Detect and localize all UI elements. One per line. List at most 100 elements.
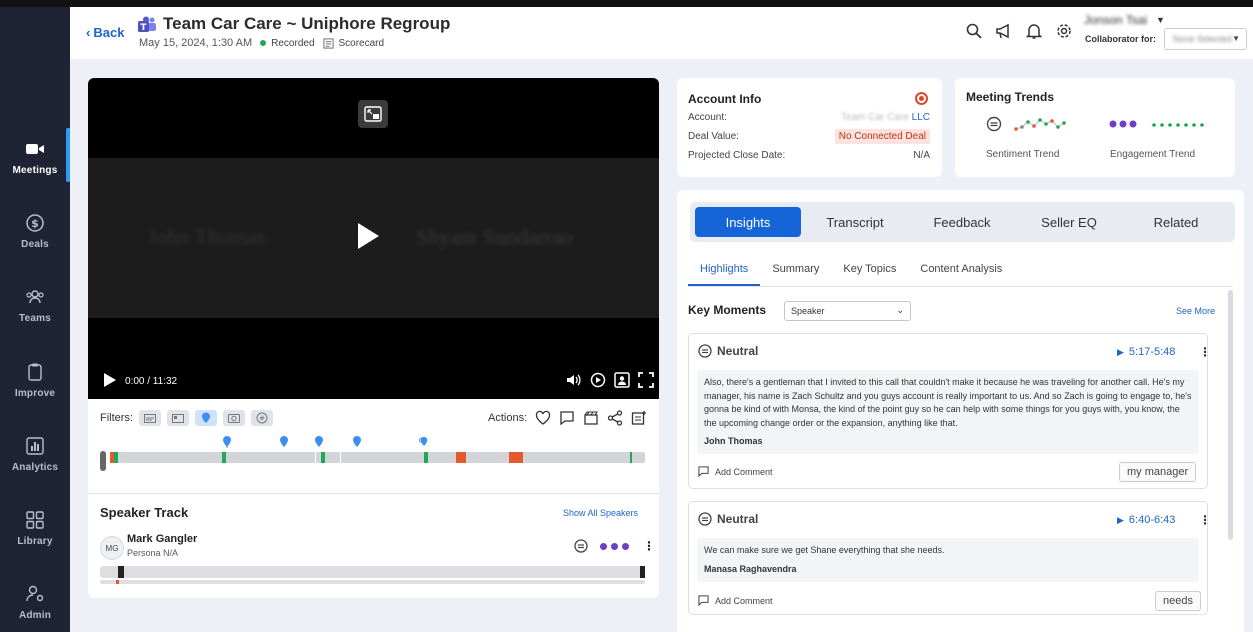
bell-icon[interactable] — [1025, 22, 1043, 40]
location-pin-icon — [202, 412, 210, 423]
sidebar-item-improve[interactable]: Improve — [0, 347, 70, 413]
caret-down-icon: ▼ — [1156, 15, 1165, 25]
sidebar-item-admin[interactable]: Admin — [0, 569, 70, 632]
user-gear-icon — [24, 583, 46, 605]
fullscreen-icon[interactable] — [638, 372, 654, 388]
sidebar-item-library[interactable]: Library — [0, 495, 70, 561]
speaker-persona: Persona N/A — [127, 548, 179, 558]
neutral-sentiment-icon — [698, 344, 712, 358]
moment-pin-icon[interactable] — [222, 435, 232, 448]
moment-tag[interactable]: my manager — [1119, 462, 1197, 482]
filter-sentiment-button[interactable] — [223, 410, 245, 426]
kebab-menu-icon[interactable]: ⋮ — [643, 539, 655, 553]
comment-icon[interactable] — [559, 410, 575, 426]
close-date-label: Projected Close Date: — [688, 150, 786, 161]
recorded-label: Recorded — [271, 37, 315, 49]
sidebar-item-label: Meetings — [12, 165, 58, 176]
sentiment-label: Neutral — [717, 344, 759, 358]
subtab-summary[interactable]: Summary — [760, 258, 831, 286]
account-logo-icon — [915, 92, 928, 105]
sidebar-item-label: Improve — [14, 388, 56, 399]
play-icon[interactable] — [103, 372, 117, 388]
add-comment-label: Add Comment — [715, 466, 773, 477]
filter-slides-button[interactable] — [167, 410, 189, 426]
collaborator-select[interactable]: None Selected ▼ — [1164, 28, 1247, 50]
add-comment-button[interactable]: Add Comment — [698, 595, 773, 606]
deal-value-badge: No Connected Deal — [834, 129, 930, 144]
moment-tag[interactable]: needs — [1155, 591, 1201, 611]
see-more-link[interactable]: See More — [1176, 306, 1215, 316]
kebab-menu-icon[interactable]: ⋮ — [1199, 513, 1211, 527]
slides-icon — [172, 413, 184, 423]
speaker-track-bar[interactable] — [100, 566, 645, 578]
video-camera-icon — [24, 138, 46, 160]
video-speaker-right: Shyam Sundarrao — [416, 224, 574, 249]
search-icon[interactable] — [965, 22, 983, 40]
speaker-track-title: Speaker Track — [100, 505, 189, 520]
tab-feedback[interactable]: Feedback — [909, 207, 1015, 237]
moment-pin-icon[interactable] — [352, 435, 362, 448]
moment-text: Also, there's a gentleman that I invited… — [704, 377, 1192, 428]
sidebar-item-analytics[interactable]: Analytics — [0, 421, 70, 487]
filter-transcript-button[interactable] — [139, 410, 161, 426]
scrollbar[interactable] — [1228, 290, 1233, 540]
actions-bar: Actions: — [488, 410, 647, 426]
actions-label: Actions: — [488, 412, 528, 424]
subtab-key-topics[interactable]: Key Topics — [831, 258, 908, 286]
gear-icon[interactable] — [1055, 22, 1073, 40]
meeting-timeline[interactable] — [100, 451, 646, 471]
moment-pin-icon[interactable] — [314, 435, 324, 448]
play-large-icon[interactable] — [356, 222, 380, 250]
sidebar-item-label: Deals — [21, 239, 49, 250]
sentiment-trend-label: Sentiment Trend — [986, 149, 1060, 160]
key-moments-filter-select[interactable]: Speaker ⌄ — [784, 301, 911, 321]
clip-icon[interactable] — [583, 410, 599, 426]
account-info-title: Account Info — [688, 92, 762, 106]
clipboard-icon — [24, 361, 46, 383]
timeline-handle[interactable] — [100, 451, 106, 471]
video-player[interactable]: John Thomas Shyam Sundarrao 0:00 / 11:32 — [88, 78, 659, 399]
moment-play-button[interactable]: ▶ 6:40-6:43 — [1117, 514, 1175, 526]
tab-related[interactable]: Related — [1123, 207, 1229, 237]
sub-tabs: Highlights Summary Key Topics Content An… — [688, 258, 1014, 286]
key-moment-card: Neutral ▶ 6:40-6:43 ⋮ We can make sure w… — [688, 501, 1211, 615]
engagement-dot-icon — [600, 542, 607, 550]
kebab-menu-icon[interactable]: ⋮ — [1199, 345, 1211, 359]
tab-transcript[interactable]: Transcript — [802, 207, 908, 237]
show-all-speakers-link[interactable]: Show All Speakers — [563, 508, 638, 518]
tab-insights[interactable]: Insights — [695, 207, 801, 237]
picture-in-picture-button[interactable] — [358, 100, 388, 128]
megaphone-icon[interactable] — [995, 22, 1013, 40]
filter-moments-button[interactable] — [195, 410, 217, 426]
timeline-track[interactable] — [110, 452, 645, 463]
meeting-trends-title: Meeting Trends — [966, 90, 1055, 104]
neutral-sentiment-icon — [698, 512, 712, 526]
user-menu[interactable]: Jonson Tsai — [1084, 13, 1147, 27]
tab-seller-eq[interactable]: Seller EQ — [1016, 207, 1122, 237]
playback-speed-icon[interactable] — [590, 372, 606, 388]
moment-play-button[interactable]: ▶ 5:17-5:48 — [1117, 346, 1175, 358]
sidebar-item-deals[interactable]: $ Deals — [0, 198, 70, 264]
share-icon[interactable] — [607, 410, 623, 426]
sidebar-item-label: Analytics — [11, 462, 59, 473]
moment-pin-icon[interactable] — [279, 435, 289, 448]
account-link[interactable]: Team Car Care LLC — [841, 112, 930, 123]
subtab-highlights[interactable]: Highlights — [688, 258, 761, 286]
subtab-content-analysis[interactable]: Content Analysis — [908, 258, 1014, 286]
speaker-view-icon[interactable] — [614, 372, 630, 388]
microsoft-teams-icon: T — [138, 16, 156, 33]
recorded-badge: Recorded — [260, 37, 315, 49]
filter-topics-button[interactable]: # — [251, 410, 273, 426]
moment-pin-icon[interactable] — [419, 435, 429, 448]
volume-icon[interactable] — [566, 372, 582, 388]
heart-icon[interactable] — [535, 410, 551, 426]
back-button[interactable]: ‹ Back — [86, 25, 124, 40]
moment-transcript: We can make sure we get Shane everything… — [697, 538, 1199, 582]
sidebar-item-meetings[interactable]: Meetings — [0, 124, 70, 190]
sidebar-item-teams[interactable]: Teams — [0, 272, 70, 338]
subtab-divider — [688, 286, 1233, 287]
add-note-icon[interactable] — [631, 410, 647, 426]
speaker-indicators: ⋮ — [574, 539, 655, 553]
add-comment-button[interactable]: Add Comment — [698, 466, 773, 477]
scorecard-link[interactable]: Scorecard — [322, 38, 384, 49]
